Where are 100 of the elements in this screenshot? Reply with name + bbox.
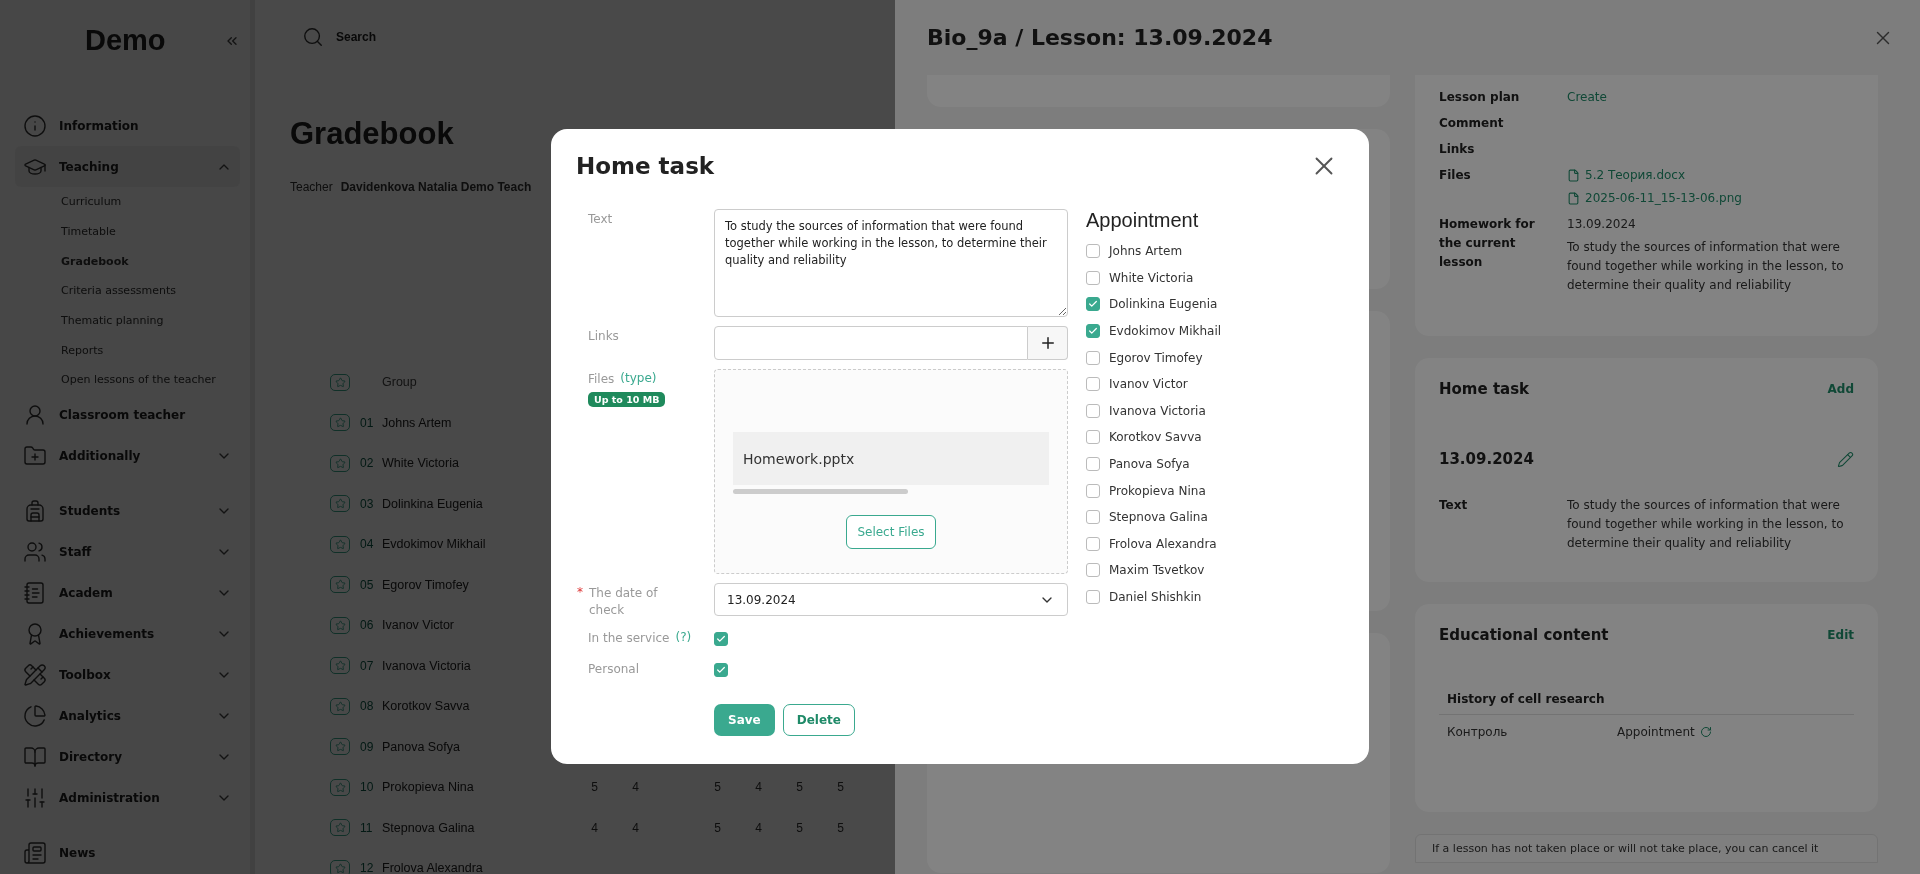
refresh-icon[interactable]: [1699, 726, 1712, 738]
star-icon[interactable]: [330, 616, 350, 634]
grade[interactable]: 4: [574, 820, 615, 835]
grade[interactable]: 5: [697, 820, 738, 835]
size-limit-badge: Up to 10 MB: [588, 392, 666, 407]
file-link[interactable]: 2025-06-11_15-13-06.png: [1567, 189, 1854, 208]
student-name: Egorov Timofey: [1109, 350, 1203, 365]
add-button[interactable]: [1028, 326, 1068, 360]
star-icon[interactable]: [330, 778, 350, 796]
checkbox[interactable]: [1086, 244, 1100, 259]
nav-subitem[interactable]: Timetable: [15, 216, 240, 247]
grade[interactable]: 5: [779, 780, 820, 795]
checkbox[interactable]: [1086, 403, 1100, 418]
search-icon: [302, 26, 324, 48]
checkbox[interactable]: [1086, 297, 1100, 312]
create-link[interactable]: Create: [1567, 88, 1854, 107]
student-name: Maxim Tsvetkov: [1109, 563, 1205, 578]
star-icon[interactable]: [330, 859, 350, 874]
star-icon[interactable]: [330, 454, 350, 472]
student-name: Stepnova Galina: [382, 820, 476, 835]
save-button[interactable]: Save: [714, 704, 775, 736]
checkbox[interactable]: [1086, 590, 1100, 604]
student-name: Korotkov Savva: [382, 699, 471, 714]
type-link[interactable]: (type): [620, 369, 657, 385]
nav-item[interactable]: Toolbox: [15, 654, 240, 696]
nav-item[interactable]: Additionally: [15, 435, 240, 477]
edit-link[interactable]: Edit: [1827, 628, 1854, 642]
nav-item[interactable]: Administration: [15, 777, 240, 819]
grade[interactable]: 4: [615, 820, 656, 835]
star-icon[interactable]: [330, 576, 350, 594]
star-icon[interactable]: [330, 373, 350, 391]
sliders-icon: [23, 786, 47, 811]
checkbox[interactable]: [1086, 270, 1100, 285]
file-dropzone[interactable]: Homework.pptx Select Files: [714, 369, 1068, 574]
nav-subitem[interactable]: Reports: [15, 335, 240, 366]
nav-item[interactable]: Students: [15, 490, 240, 532]
star-icon[interactable]: [330, 697, 350, 715]
student-number: 05: [360, 577, 375, 592]
checkbox[interactable]: [714, 663, 728, 677]
star-icon[interactable]: [330, 535, 350, 553]
nav-subitem[interactable]: Criteria assessments: [15, 276, 240, 306]
task-date: 13.09.2024: [1439, 450, 1534, 468]
nav-subitem[interactable]: Thematic planning: [15, 305, 240, 336]
star-icon[interactable]: [330, 738, 350, 756]
nav-item[interactable]: Directory: [15, 736, 240, 778]
table-cell: Appointment: [1617, 725, 1846, 739]
grade[interactable]: 5: [697, 780, 738, 795]
grade[interactable]: 5: [820, 820, 861, 835]
select-files-button[interactable]: Select Files: [846, 515, 936, 549]
add-link[interactable]: Add: [1827, 382, 1854, 396]
checkbox[interactable]: [1086, 457, 1100, 472]
grade[interactable]: 5: [820, 780, 861, 795]
checkbox[interactable]: [1086, 430, 1100, 445]
section-title: Appointment: [1086, 209, 1200, 232]
checkbox[interactable]: [714, 632, 728, 646]
star-icon[interactable]: [330, 495, 350, 513]
scrollbar-thumb[interactable]: [733, 488, 908, 494]
nav-item[interactable]: Staff: [15, 531, 240, 573]
checkbox[interactable]: [1086, 536, 1100, 551]
field-label: Links: [588, 328, 620, 345]
checkbox[interactable]: [1086, 377, 1100, 392]
student-name: Johns Artem: [382, 415, 453, 430]
checkbox[interactable]: [1086, 510, 1100, 525]
file-icon: [1567, 169, 1580, 182]
teacher-label: Teacher: [290, 180, 333, 194]
student-number: 10: [360, 780, 375, 795]
nav-item[interactable]: Teaching: [15, 146, 240, 187]
star-icon[interactable]: [330, 414, 350, 432]
nav-item[interactable]: Achievements: [15, 613, 240, 655]
nav-item[interactable]: Classroom teacher: [15, 394, 240, 436]
grade[interactable]: 4: [738, 820, 779, 835]
file-item[interactable]: Homework.pptx: [733, 432, 1049, 485]
checkbox[interactable]: [1086, 563, 1100, 578]
student-name: Ivanov Victor: [1109, 377, 1188, 392]
student-name: Ivanova Victoria: [1109, 403, 1206, 418]
grade[interactable]: 5: [779, 820, 820, 835]
help-link[interactable]: (?): [675, 628, 692, 644]
checkbox[interactable]: [1086, 350, 1100, 365]
nav-item[interactable]: Academ: [15, 572, 240, 614]
delete-button[interactable]: Delete: [782, 704, 855, 736]
links-field[interactable]: [714, 326, 1028, 360]
date-select[interactable]: 13.09.2024: [714, 583, 1068, 616]
checkbox[interactable]: [1086, 483, 1100, 498]
edit-icon[interactable]: [1837, 450, 1854, 468]
nav-subitem[interactable]: Curriculum: [15, 187, 240, 217]
text-field[interactable]: To study the sources of information that were found together while working in the lesson, to determine their quality and reliability: [714, 209, 1068, 317]
nav-item[interactable]: News: [15, 832, 240, 874]
star-icon[interactable]: [330, 657, 350, 675]
info-label: Homework for the current lesson: [1439, 216, 1536, 271]
nav-item[interactable]: Information: [15, 105, 240, 146]
grade[interactable]: 5: [574, 780, 615, 795]
search-field[interactable]: Search: [334, 29, 534, 45]
grade[interactable]: 4: [738, 780, 779, 795]
nav-subitem[interactable]: Gradebook: [15, 246, 240, 277]
file-link[interactable]: 5.2 Теория.docx: [1567, 166, 1854, 185]
grade[interactable]: 4: [615, 780, 656, 795]
checkbox[interactable]: [1086, 324, 1100, 339]
file-icon: [1567, 192, 1580, 205]
star-icon[interactable]: [330, 819, 350, 837]
nav-item[interactable]: Analytics: [15, 695, 240, 737]
